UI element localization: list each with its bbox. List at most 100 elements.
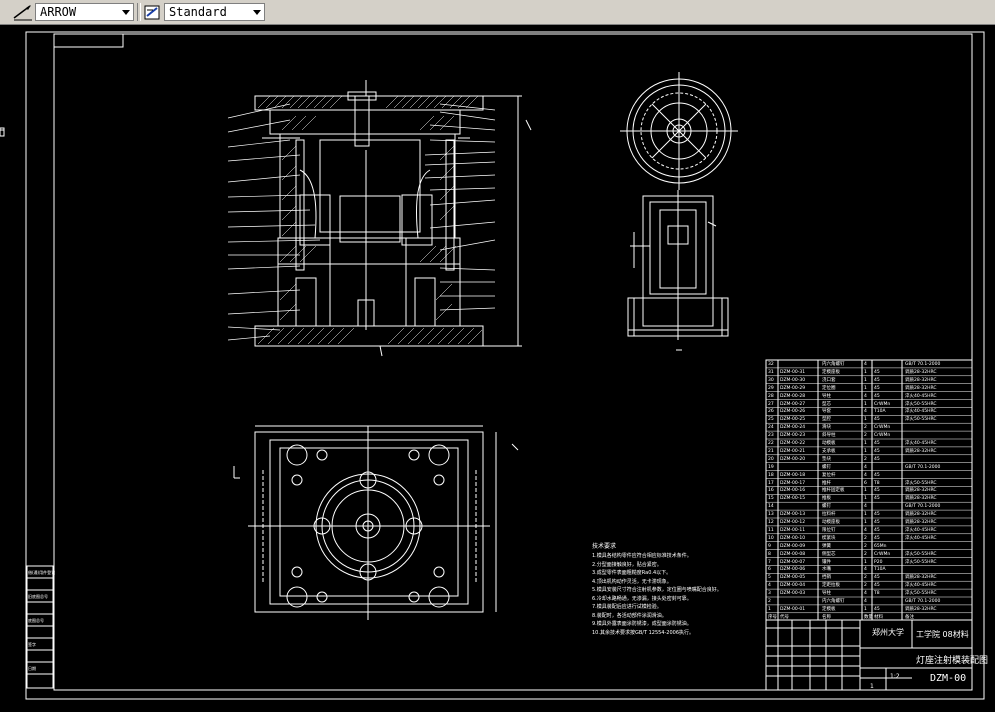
strip-label: 借(通)用件登记 (28, 570, 56, 575)
bom-cell-qty: 1 (864, 512, 867, 518)
bom-cell-code: DZM-00-18 (780, 472, 806, 478)
bom-cell-no: 17 (768, 480, 774, 486)
bom-cell-qty: 1 (864, 417, 867, 423)
bom-cell-std: 淬火50-55HRC (905, 551, 937, 557)
bom-cell-std: 调质28-32HRC (905, 606, 937, 612)
bom-cell-no: 30 (768, 377, 774, 383)
bom-cell-name: 推板 (822, 496, 831, 502)
bom-cell-name: 滑块 (822, 425, 831, 431)
bom-cell-qty: 1 (864, 520, 867, 525)
bom-cell-no: 4 (768, 583, 771, 589)
bom-cell-name: 复位杆 (822, 472, 836, 478)
bom-cell-name: 支承板 (822, 448, 836, 454)
bom-cell-std: GB/T 70.1-2000 (905, 362, 941, 367)
bom-cell-no: 29 (768, 385, 774, 391)
bom-cell-code: DZM-00-06 (780, 567, 806, 573)
textstyle-value: Standard (169, 5, 227, 19)
bom-cell-mat: 45 (874, 488, 880, 494)
bom-cell-name: 限位钉 (822, 527, 836, 533)
bom-cell-code: DZM-00-28 (780, 393, 806, 399)
textstyle-select[interactable]: Standard (164, 3, 265, 21)
bom-cell-code: DZM-00-08 (780, 551, 806, 557)
bom-cell-code: DZM-00-24 (780, 425, 806, 431)
bom-cell-no: 13 (768, 512, 774, 518)
bom-cell-no: 7 (768, 559, 771, 565)
bom-cell-qty: 2 (864, 425, 867, 431)
bom-cell-std: 淬火50-55HRC (905, 559, 937, 565)
bom-cell-name: 内六角螺钉 (822, 362, 845, 367)
bom-cell-mat: 45 (874, 417, 880, 423)
bom-cell-std: 调质28-32HRC (905, 377, 937, 383)
bom-cell-mat: 45 (874, 527, 880, 533)
bom-cell-name: 定模座板 (822, 369, 840, 375)
bom-cell-qty: 数量 (864, 614, 873, 620)
bom-cell-std: 淬火50-55HRC (905, 591, 937, 597)
bom-cell-code: 代号 (780, 614, 789, 620)
bom-cell-name: 镶件 (822, 559, 831, 565)
chevron-down-icon[interactable] (122, 10, 130, 15)
bom-cell-qty: 1 (864, 401, 867, 407)
bom-cell-qty: 2 (864, 575, 867, 581)
bom-cell-name: 推杆 (822, 480, 831, 486)
bom-cell-code: DZM-00-16 (780, 488, 806, 494)
bom-cell-name: 水嘴 (822, 567, 831, 573)
leader-lines-left (227, 103, 321, 341)
note-line: 8.装配时，各活动部件涂润滑油。 (592, 612, 667, 619)
bom-cell-code: DZM-00-12 (780, 520, 806, 525)
bom-cell-std: 淬火40-45HRC (905, 441, 937, 446)
strip-label: 签字 (28, 642, 36, 647)
bom-cell-mat: 65Mn (874, 543, 887, 549)
bom-cell-qty: 1 (864, 369, 867, 375)
drawing-canvas[interactable]: 32 内六角螺钉 4 GB/T 70.1-2000 31 DZM-00-31 定模座板 1 45… (0, 25, 995, 712)
bom-cell-no: 24 (768, 425, 774, 431)
note-line: 4.顶出机构动作灵活，无卡滞现象。 (592, 578, 672, 585)
bom-cell-qty: 1 (864, 377, 867, 383)
bom-cell-no: 23 (768, 433, 774, 439)
bom-cell-name: 浇口套 (822, 377, 836, 383)
bom-cell-code: DZM-00-10 (780, 535, 806, 541)
bom-cell-no: 28 (768, 393, 774, 399)
bom-cell-no: 19 (768, 464, 774, 470)
bom-cell-qty: 1 (864, 385, 867, 391)
bom-cell-name: 楔紧块 (822, 535, 836, 541)
main-section-view (254, 80, 532, 357)
bom-cell-mat: T8 (874, 591, 880, 597)
toolbar: ARROW Standard (0, 0, 995, 25)
dimension-style-icon[interactable] (12, 2, 34, 22)
text-style-icon[interactable] (142, 2, 164, 22)
bom-cell-mat: T8 (874, 480, 880, 486)
bom-cell-name: 侧型芯 (822, 551, 836, 557)
drawing-svg[interactable] (0, 25, 995, 712)
note-line: 10.其余技术要求按GB/T 12554-2006执行。 (592, 629, 695, 636)
bom-cell-qty: 2 (864, 456, 867, 462)
bom-cell-name: 型芯 (822, 401, 831, 407)
bom-cell-mat: P20 (874, 559, 883, 565)
section-hatching (257, 95, 483, 345)
plan-view (233, 425, 519, 620)
bom-cell-name: 推杆固定板 (822, 488, 845, 494)
bom-cell-mat: 材料 (874, 614, 883, 620)
bom-cell-std: 调质28-32HRC (905, 488, 937, 494)
bom-cell-qty: 4 (864, 599, 867, 604)
bom-cell-std: 调质28-32HRC (905, 385, 937, 391)
bom-cell-qty: 1 (864, 496, 867, 502)
bom-cell-qty: 6 (864, 480, 867, 486)
bom-cell-no: 6 (768, 567, 771, 573)
bom-cell-name: 螺钉 (822, 464, 831, 470)
dimstyle-select[interactable]: ARROW (35, 3, 134, 21)
bom-cell-mat: CrWMn (874, 425, 891, 431)
strip-label: 旧底图总号 (28, 594, 48, 599)
bom-cell-code: DZM-00-27 (780, 401, 806, 407)
bom-cell-mat: 45 (874, 583, 880, 589)
note-line: 7.模具装配后应进行试模检验。 (592, 604, 662, 610)
bom-cell-code: DZM-00-05 (780, 575, 806, 581)
bom-cell-mat: CrWMn (874, 401, 891, 407)
bom-cell-mat: 45 (874, 441, 880, 446)
chevron-down-icon[interactable] (253, 10, 261, 15)
bom-cell-no: 15 (768, 496, 774, 502)
bom-cell-mat: 45 (874, 448, 880, 454)
bom-cell-code: DZM-00-07 (780, 559, 806, 565)
bom-cell-name: 挡销 (822, 575, 831, 581)
bom-cell-name: 定位圈 (822, 385, 836, 391)
bom-cell-qty: 4 (864, 567, 867, 573)
